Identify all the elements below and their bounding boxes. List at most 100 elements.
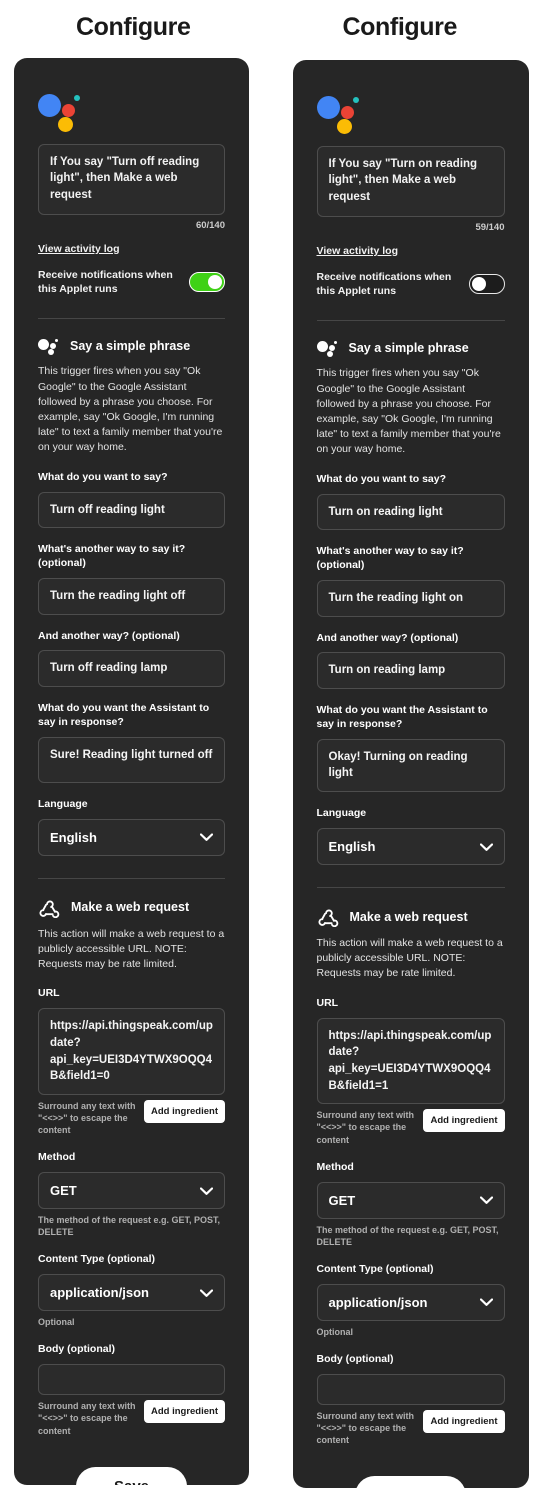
configure-panel-left: Configure If You say "Turn off reading l… bbox=[0, 0, 267, 1500]
another-way-2-input[interactable]: Turn off reading lamp bbox=[38, 650, 225, 688]
applet-card: If You say "Turn on reading light", then… bbox=[292, 60, 529, 1488]
char-counter: 59/140 bbox=[475, 221, 505, 233]
trigger-description: This trigger fires when you say "Ok Goog… bbox=[38, 365, 223, 454]
applet-title-input[interactable]: If You say "Turn off reading light", the… bbox=[38, 144, 225, 215]
field-label: What's another way to say it? (optional) bbox=[316, 545, 464, 572]
notifications-label: Receive notifications when this Applet r… bbox=[316, 270, 452, 298]
assistant-response-input[interactable]: Sure! Reading light turned off bbox=[38, 736, 225, 783]
what-to-say-input[interactable]: Turn off reading light bbox=[38, 491, 225, 529]
assistant-response-input[interactable]: Okay! Turning on reading light bbox=[316, 738, 505, 793]
content-type-select[interactable]: application/json bbox=[38, 1274, 225, 1312]
chevron-down-icon bbox=[479, 1298, 493, 1307]
toggle-knob bbox=[208, 274, 222, 289]
save-button[interactable]: Save bbox=[75, 1466, 188, 1485]
add-ingredient-body-button[interactable]: Add ingredient bbox=[423, 1409, 505, 1433]
section-divider bbox=[38, 318, 225, 320]
url-input[interactable]: https://api.thingspeak.com/update?api_ke… bbox=[316, 1017, 505, 1105]
field-content-type: Content Type (optional) application/json… bbox=[38, 1253, 225, 1328]
view-activity-log-link[interactable]: View activity log bbox=[317, 245, 399, 257]
field-label: What do you want to say? bbox=[38, 470, 168, 483]
what-to-say-input[interactable]: Turn on reading light bbox=[316, 493, 505, 531]
field-url: URL https://api.thingspeak.com/update?ap… bbox=[316, 996, 505, 1146]
another-way-2-input[interactable]: Turn on reading lamp bbox=[316, 652, 505, 690]
save-button[interactable]: Save bbox=[354, 1476, 467, 1488]
body-hint-row: Surround any text with "<<>>" to escape … bbox=[38, 1400, 225, 1436]
field-assistant-response: What do you want the Assistant to say in… bbox=[38, 702, 225, 783]
field-label: What do you want the Assistant to say in… bbox=[38, 702, 210, 728]
trigger-header: Say a simple phrase bbox=[316, 339, 505, 358]
body-hint: Surround any text with "<<>>" to escape … bbox=[38, 1401, 136, 1436]
field-what-to-say: What do you want to say? Turn off readin… bbox=[38, 471, 225, 529]
field-method: Method GET The method of the request e.g… bbox=[38, 1151, 225, 1238]
language-value: English bbox=[50, 829, 97, 845]
field-what-to-say: What do you want to say? Turn on reading… bbox=[316, 473, 505, 531]
page-title: Configure bbox=[342, 13, 458, 41]
toggle-knob bbox=[471, 276, 486, 291]
url-hint-row: Surround any text with "<<>>" to escape … bbox=[38, 1099, 225, 1136]
logo-dot-red bbox=[340, 106, 354, 119]
content-type-hint: Optional bbox=[316, 1326, 354, 1337]
google-assistant-logo bbox=[38, 86, 90, 132]
action-title: Make a web request bbox=[349, 909, 468, 924]
language-value: English bbox=[328, 839, 376, 855]
field-method: Method GET The method of the request e.g… bbox=[316, 1161, 505, 1248]
applet-title-input[interactable]: If You say "Turn on reading light", then… bbox=[316, 146, 505, 217]
another-way-input[interactable]: Turn the reading light off bbox=[38, 577, 225, 615]
notifications-row: Receive notifications when this Applet r… bbox=[317, 270, 505, 298]
body-hint-row: Surround any text with "<<>>" to escape … bbox=[316, 1409, 505, 1446]
field-label: URL bbox=[316, 996, 339, 1009]
save-row: Save bbox=[38, 1466, 225, 1485]
another-way-input[interactable]: Turn the reading light on bbox=[316, 579, 505, 617]
configure-panel-right: Configure If You say "Turn on reading li… bbox=[267, 0, 533, 1500]
field-label: What's another way to say it? (optional) bbox=[38, 543, 186, 570]
field-label: Method bbox=[38, 1151, 76, 1164]
logo-dot-red bbox=[62, 104, 75, 117]
chevron-down-icon bbox=[200, 1187, 213, 1195]
field-label: And another way? (optional) bbox=[38, 629, 180, 642]
logo-dot-yellow bbox=[336, 119, 352, 134]
method-select[interactable]: GET bbox=[38, 1172, 225, 1210]
notifications-toggle[interactable] bbox=[468, 274, 505, 295]
field-label: What do you want the Assistant to say in… bbox=[316, 704, 488, 730]
notifications-toggle[interactable] bbox=[189, 272, 225, 293]
content-type-select[interactable]: application/json bbox=[316, 1283, 505, 1321]
field-assistant-response: What do you want the Assistant to say in… bbox=[316, 704, 505, 793]
url-input[interactable]: https://api.thingspeak.com/update?api_ke… bbox=[38, 1008, 225, 1095]
method-hint: The method of the request e.g. GET, POST… bbox=[316, 1224, 499, 1247]
trigger-title: Say a simple phrase bbox=[348, 341, 469, 356]
field-label: And another way? (optional) bbox=[316, 631, 459, 644]
field-label: URL bbox=[38, 987, 60, 1000]
field-another-way-2: And another way? (optional) Turn off rea… bbox=[38, 630, 225, 688]
add-ingredient-body-button[interactable]: Add ingredient bbox=[143, 1400, 225, 1424]
field-another-way: What's another way to say it? (optional)… bbox=[316, 545, 505, 617]
action-header: Make a web request bbox=[317, 906, 505, 928]
logo-dot-yellow bbox=[58, 117, 73, 132]
body-input[interactable] bbox=[316, 1373, 505, 1405]
field-url: URL https://api.thingspeak.com/update?ap… bbox=[38, 987, 225, 1136]
add-ingredient-url-button[interactable]: Add ingredient bbox=[423, 1109, 505, 1133]
action-description: This action will make a web request to a… bbox=[316, 937, 503, 980]
add-ingredient-url-button[interactable]: Add ingredient bbox=[143, 1099, 225, 1123]
action-title: Make a web request bbox=[71, 900, 190, 915]
logo-dot-teal bbox=[352, 97, 359, 103]
language-select[interactable]: English bbox=[316, 828, 505, 866]
trigger-title: Say a simple phrase bbox=[70, 339, 191, 354]
applet-card: If You say "Turn off reading light", the… bbox=[14, 58, 249, 1485]
body-input[interactable] bbox=[38, 1364, 225, 1396]
view-activity-log-link[interactable]: View activity log bbox=[38, 243, 120, 255]
content-type-value: application/json bbox=[328, 1294, 428, 1310]
body-hint: Surround any text with "<<>>" to escape … bbox=[316, 1410, 415, 1445]
field-label: Body (optional) bbox=[316, 1352, 394, 1365]
logo-dot-blue bbox=[316, 96, 340, 119]
field-content-type: Content Type (optional) application/json… bbox=[316, 1262, 505, 1338]
google-assistant-logo bbox=[316, 88, 369, 134]
page-title: Configure bbox=[76, 13, 191, 41]
language-select[interactable]: English bbox=[38, 818, 225, 856]
method-select[interactable]: GET bbox=[316, 1181, 505, 1219]
field-label: Content Type (optional) bbox=[316, 1262, 434, 1275]
notifications-row: Receive notifications when this Applet r… bbox=[38, 268, 225, 296]
field-language: Language English bbox=[38, 798, 225, 856]
field-another-way-2: And another way? (optional) Turn on read… bbox=[316, 631, 505, 690]
char-counter: 60/140 bbox=[195, 219, 225, 231]
method-value: GET bbox=[328, 1192, 356, 1208]
